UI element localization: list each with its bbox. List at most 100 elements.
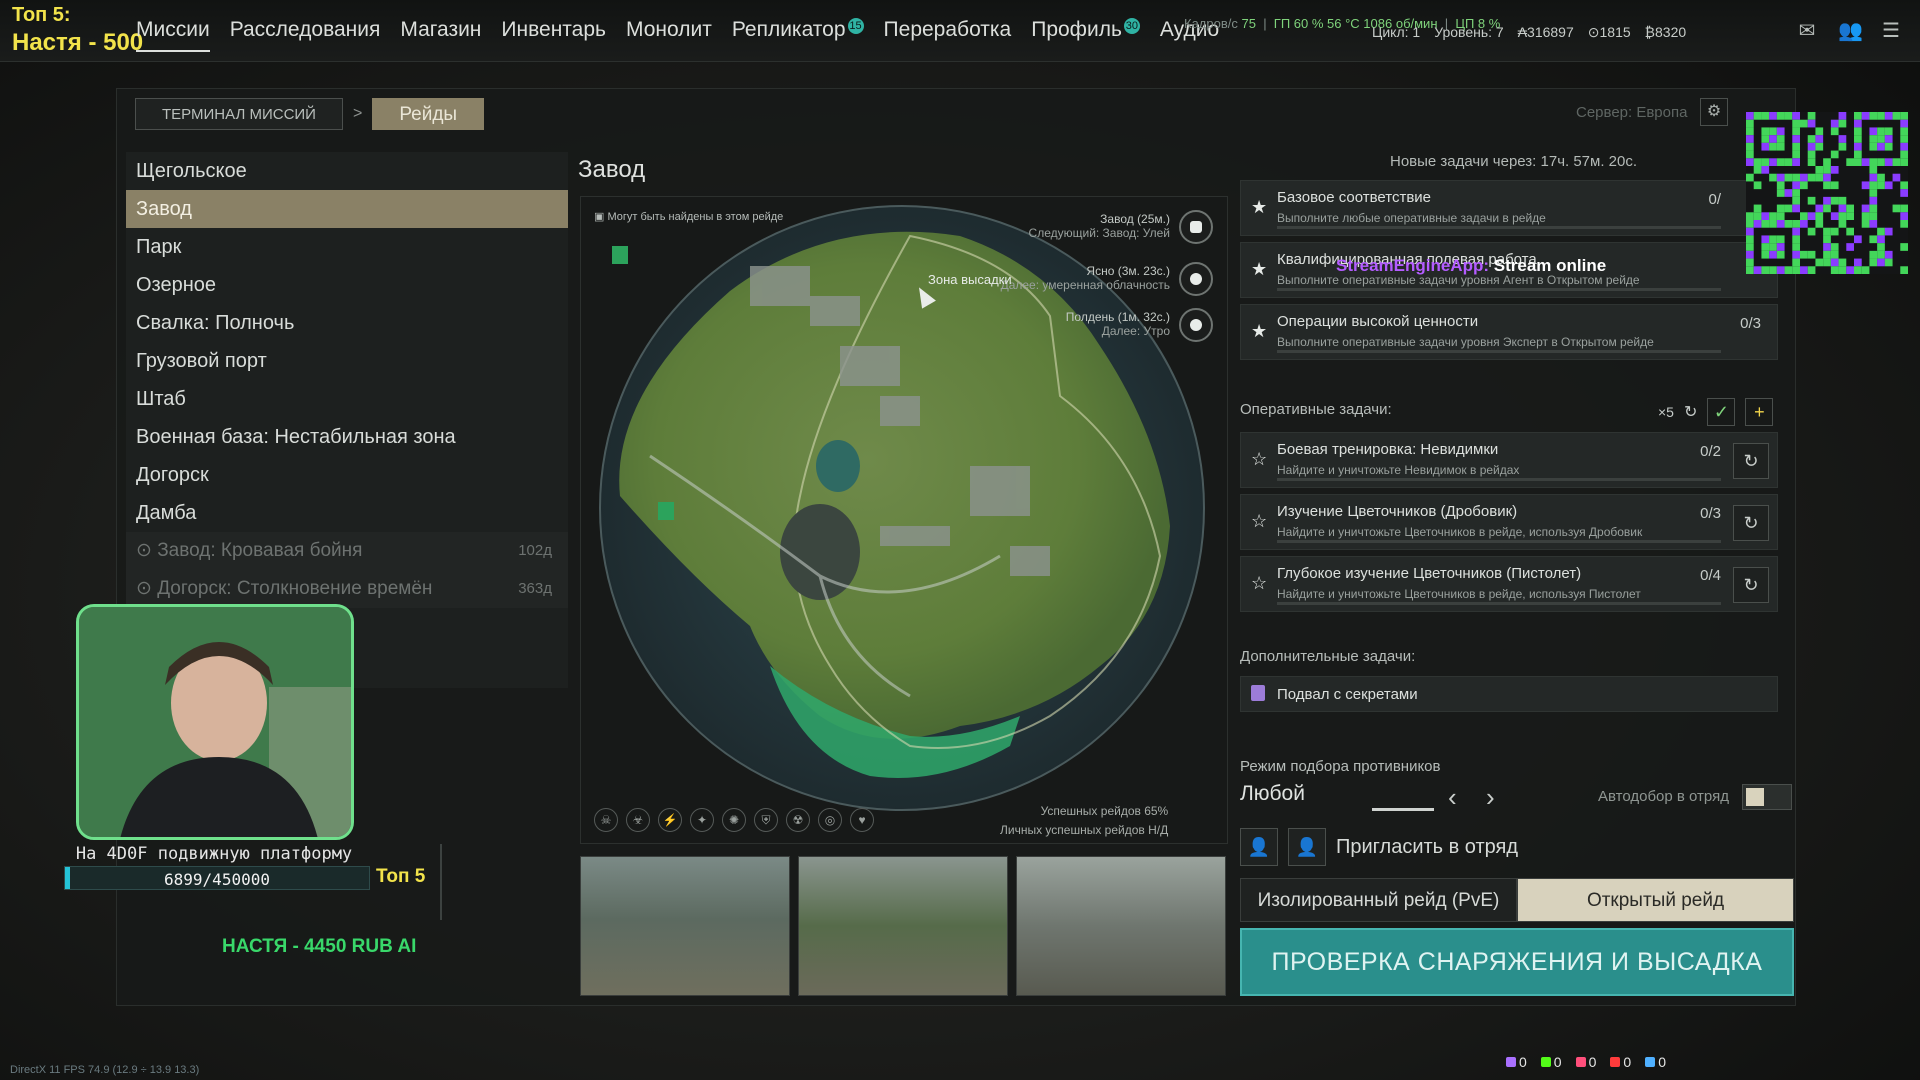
currency-gold: ₿8320 xyxy=(1644,24,1687,40)
anomaly-icon[interactable]: ✺ xyxy=(722,808,746,832)
task-progress-bar xyxy=(1277,288,1721,291)
nav-label: Монолит xyxy=(625,18,712,41)
qr-module xyxy=(1753,181,1762,190)
operative-task-controls: ×5 ↻ ✓ + xyxy=(1658,398,1774,426)
toggle-knob xyxy=(1746,788,1764,806)
qr-module xyxy=(1800,173,1808,182)
nav-profile[interactable]: Профиль 30 xyxy=(1021,16,1150,44)
operative-task-card[interactable]: ☆ Изучение Цветочников (Дробовик) Найдит… xyxy=(1240,494,1778,550)
base-task-card[interactable]: ★ Операции высокой ценности Выполните оп… xyxy=(1240,304,1778,360)
location-label: Штаб xyxy=(136,388,186,410)
accept-check-icon[interactable]: ✓ xyxy=(1707,398,1736,426)
qr-module xyxy=(1830,227,1839,236)
add-friend-icon[interactable]: 👤 xyxy=(1240,828,1278,866)
qr-module xyxy=(1769,127,1777,136)
star-icon[interactable]: ✦ xyxy=(690,808,714,832)
location-item[interactable]: Завод xyxy=(126,190,568,228)
refresh-icon[interactable]: ↻ xyxy=(1684,402,1697,422)
operative-task-card[interactable]: ☆ Боевая тренировка: Невидимки Найдите и… xyxy=(1240,432,1778,488)
friends-icon[interactable]: 👥 xyxy=(1838,20,1863,42)
location-label: Грузовой порт xyxy=(136,350,267,372)
nav-recycling[interactable]: Переработка xyxy=(874,16,1022,44)
nav-missions[interactable]: Миссии xyxy=(126,16,220,52)
operative-task-card[interactable]: ☆ Глубокое изучение Цветочников (Пистоле… xyxy=(1240,556,1778,612)
breadcrumb-root[interactable]: ТЕРМИНАЛ МИССИЙ xyxy=(135,98,343,130)
qr-module xyxy=(1854,235,1862,244)
reroll-task-icon[interactable]: ↻ xyxy=(1733,567,1769,603)
chevron-left-icon[interactable]: ‹ xyxy=(1448,782,1457,813)
shield-icon[interactable]: ⛨ xyxy=(754,808,778,832)
mode-open-button[interactable]: Открытый рейд xyxy=(1517,878,1794,922)
mail-icon[interactable]: ✉ xyxy=(1796,20,1818,42)
operative-tasks-header: Оперативные задачи: xyxy=(1240,401,1392,418)
zone-shield-icon[interactable] xyxy=(1179,210,1213,244)
weather-sun-icon[interactable] xyxy=(1179,262,1213,296)
overlay-divider xyxy=(440,844,442,920)
qr-module xyxy=(1869,258,1878,267)
qr-module xyxy=(1869,166,1878,174)
qr-module xyxy=(1792,196,1800,205)
heart-icon[interactable]: ♥ xyxy=(850,808,874,832)
matchmaking-label: Режим подбора противников xyxy=(1240,758,1441,775)
task-progress: 0/2 xyxy=(1700,443,1721,460)
matchmaking-value: Любой xyxy=(1240,782,1305,805)
qr-module xyxy=(1823,173,1831,182)
bolt-icon[interactable]: ⚡ xyxy=(658,808,682,832)
raid-map[interactable] xyxy=(580,196,1228,844)
chat-counter: 0 xyxy=(1575,1054,1596,1070)
location-item[interactable]: Военная база: Нестабильная зона xyxy=(126,418,568,456)
location-item[interactable]: Свалка: Полночь xyxy=(126,304,568,342)
auto-fill-toggle[interactable] xyxy=(1742,784,1792,810)
nav-investigations[interactable]: Расследования xyxy=(220,16,391,44)
qr-module xyxy=(1784,158,1793,166)
menu-icon[interactable]: ☰ xyxy=(1880,20,1902,42)
location-item[interactable]: Дамба xyxy=(126,494,568,532)
breadcrumb-current: Рейды xyxy=(372,98,485,130)
nav-inventory[interactable]: Инвентарь xyxy=(491,16,616,44)
add-friend-icon[interactable]: 👤 xyxy=(1288,828,1326,866)
biohazard-icon[interactable]: ☣ xyxy=(626,808,650,832)
nav-shop[interactable]: Магазин xyxy=(390,16,491,44)
screenshot-thumbnail[interactable] xyxy=(1016,856,1226,996)
nav-monolith[interactable]: Монолит xyxy=(616,16,722,44)
location-item[interactable]: Догорск xyxy=(126,456,568,494)
location-item[interactable]: Грузовой порт xyxy=(126,342,568,380)
location-item[interactable]: Парк xyxy=(126,228,568,266)
qr-module xyxy=(1823,181,1831,190)
screenshot-thumbnail[interactable] xyxy=(798,856,1008,996)
location-item[interactable]: Озерное xyxy=(126,266,568,304)
chevron-right-icon[interactable]: › xyxy=(1486,782,1495,813)
qr-module xyxy=(1784,266,1793,274)
target-icon[interactable]: ◎ xyxy=(818,808,842,832)
qr-module xyxy=(1746,212,1754,220)
personal-rate: Личных успешных рейдов Н/Д xyxy=(1000,823,1169,837)
fps-label: Кадров/с xyxy=(1184,16,1238,31)
qr-module xyxy=(1830,166,1839,174)
qr-module xyxy=(1792,112,1800,120)
time-sun-icon[interactable] xyxy=(1179,308,1213,342)
add-plus-icon[interactable]: + xyxy=(1745,398,1774,426)
qr-module xyxy=(1800,266,1808,274)
extra-task-row[interactable]: Подвал с секретами xyxy=(1240,676,1778,712)
qr-module xyxy=(1776,212,1785,220)
settings-gear-icon[interactable]: ⚙ xyxy=(1700,98,1728,126)
base-task-card[interactable]: ★ Базовое соответствие Выполните любые о… xyxy=(1240,180,1778,236)
location-item[interactable]: Штаб xyxy=(126,380,568,418)
reroll-task-icon[interactable]: ↻ xyxy=(1733,505,1769,541)
launch-raid-button[interactable]: ПРОВЕРКА СНАРЯЖЕНИЯ И ВЫСАДКА xyxy=(1240,928,1794,996)
qr-module xyxy=(1838,135,1847,143)
qr-module xyxy=(1746,243,1754,251)
qr-module xyxy=(1761,127,1770,136)
radiation-icon[interactable]: ☢ xyxy=(786,808,810,832)
qr-module xyxy=(1761,235,1770,244)
reroll-task-icon[interactable]: ↻ xyxy=(1733,443,1769,479)
nav-replicator[interactable]: Репликатор 15 xyxy=(722,16,874,44)
invite-label[interactable]: Пригласить в отряд xyxy=(1336,836,1518,859)
task-progress-bar xyxy=(1277,478,1721,481)
mode-pve-button[interactable]: Изолированный рейд (PvE) xyxy=(1240,878,1517,922)
skull-icon[interactable]: ☠ xyxy=(594,808,618,832)
stream-top-label: Топ 5: xyxy=(12,4,71,26)
qr-module xyxy=(1807,196,1816,205)
screenshot-thumbnail[interactable] xyxy=(580,856,790,996)
location-item[interactable]: Щегольское xyxy=(126,152,568,190)
